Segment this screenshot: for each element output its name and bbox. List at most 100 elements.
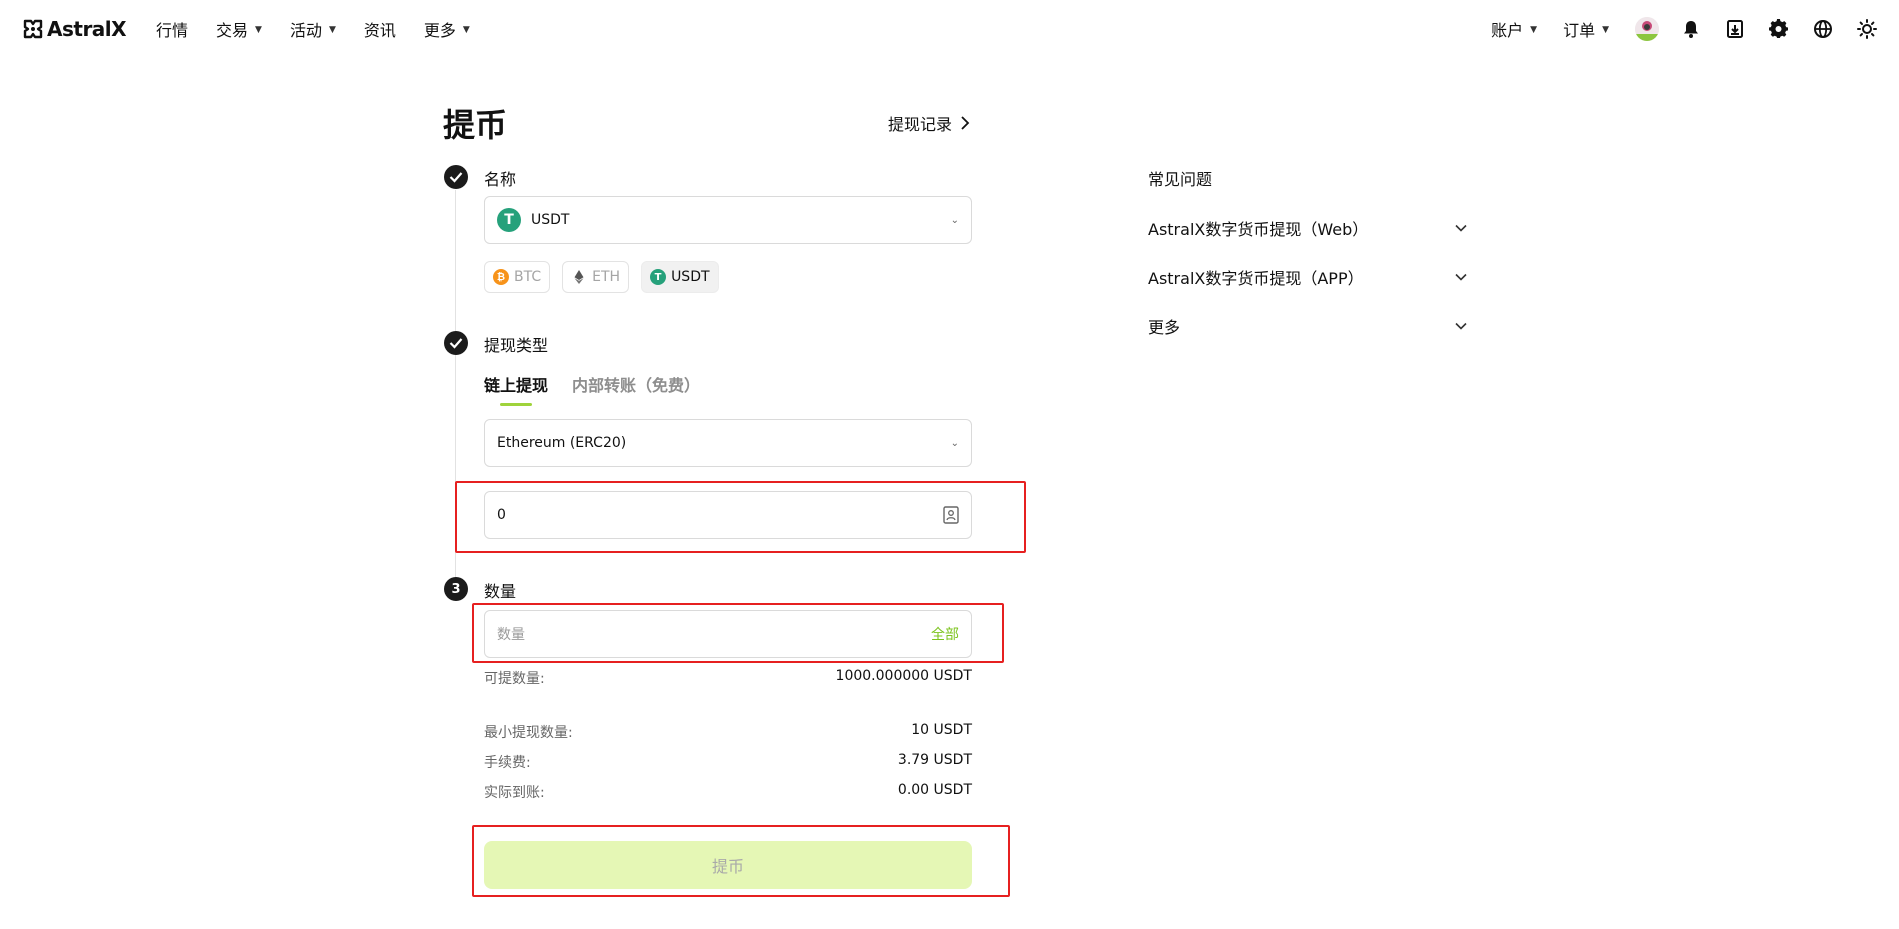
logo-mark-icon xyxy=(23,19,43,39)
submit-withdraw-button[interactable]: 提币 xyxy=(484,841,972,889)
nav-account[interactable]: 账户 ▼ xyxy=(1491,17,1537,41)
download-icon xyxy=(1727,20,1743,38)
faq-item-web[interactable]: AstralX数字货币提现（Web） xyxy=(1148,216,1468,240)
user-nav: 账户 ▼ 订单 ▼ xyxy=(1491,14,1899,44)
address-book-icon[interactable] xyxy=(943,506,959,524)
chevron-down-icon xyxy=(1455,273,1467,281)
withdraw-history-label: 提现记录 xyxy=(888,115,953,134)
chevron-down-icon: ▼ xyxy=(1530,25,1538,35)
main-nav: 行情 交易 ▼ 活动 ▼ 资讯 更多 ▼ xyxy=(156,17,498,41)
available-label: 可提数量: xyxy=(484,671,545,687)
settings-button[interactable] xyxy=(1767,17,1791,41)
nav-orders[interactable]: 订单 ▼ xyxy=(1563,17,1609,41)
nav-more-label: 更多 xyxy=(423,21,456,40)
chip-btc[interactable]: ₿ BTC xyxy=(484,261,551,293)
nav-more[interactable]: 更多 ▼ xyxy=(424,17,470,41)
usdt-coin-icon: T xyxy=(497,208,521,232)
chip-usdt-label: USDT xyxy=(671,269,710,285)
withdraw-type-tabs: 链上提现 内部转账（免费） xyxy=(484,372,700,406)
chip-eth-label: ETH xyxy=(592,269,621,285)
available-row: 可提数量: 1000.000000 USDT xyxy=(484,668,972,688)
chip-usdt[interactable]: T USDT xyxy=(641,261,719,293)
chevron-down-icon: ▼ xyxy=(328,25,336,35)
chevron-down-icon: ⌄ xyxy=(950,437,959,449)
faq-item-more[interactable]: 更多 xyxy=(1148,314,1468,338)
receive-label: 实际到账: xyxy=(484,785,545,801)
amount-input[interactable]: 数量 全部 xyxy=(484,610,972,658)
bell-icon xyxy=(1684,21,1698,38)
withdraw-all-button[interactable]: 全部 xyxy=(931,624,959,644)
step-3-badge: 3 xyxy=(444,577,468,601)
selected-network: Ethereum (ERC20) xyxy=(497,435,627,451)
selected-coin: USDT xyxy=(531,212,570,228)
fee-label: 手续费: xyxy=(484,755,531,771)
usdt-coin-icon: T xyxy=(650,269,667,285)
faq-item-app-label: AstralX数字货币提现（APP） xyxy=(1148,269,1364,288)
avatar-icon xyxy=(1635,17,1659,41)
theme-button[interactable] xyxy=(1855,17,1879,41)
eth-coin-icon xyxy=(574,270,584,284)
network-select[interactable]: Ethereum (ERC20) ⌄ xyxy=(484,419,972,467)
min-withdraw-value: 10 USDT xyxy=(911,722,972,738)
tab-onchain[interactable]: 链上提现 xyxy=(484,372,548,406)
address-input[interactable]: 0 xyxy=(484,491,972,539)
top-navigation: AstralX 行情 交易 ▼ 活动 ▼ 资讯 更多 ▼ 账户 ▼ 订单 ▼ xyxy=(0,0,1899,58)
nav-news-label: 资讯 xyxy=(363,21,396,40)
brand-name: AstralX xyxy=(47,17,127,41)
nav-activity-label: 活动 xyxy=(289,21,322,40)
withdraw-history-link[interactable]: 提现记录 xyxy=(888,111,970,135)
faq-title: 常见问题 xyxy=(1148,170,1213,189)
coin-select[interactable]: T USDT ⌄ xyxy=(484,196,972,244)
nav-market-label: 行情 xyxy=(156,21,189,40)
amount-placeholder: 数量 xyxy=(497,627,525,643)
btc-coin-icon: ₿ xyxy=(493,269,509,285)
faq-item-app[interactable]: AstralX数字货币提现（APP） xyxy=(1148,265,1468,289)
sun-icon xyxy=(1857,19,1877,39)
gear-icon xyxy=(1769,19,1788,38)
address-value: 0 xyxy=(497,507,506,523)
check-icon xyxy=(449,172,463,183)
nav-trade[interactable]: 交易 ▼ xyxy=(216,17,262,41)
min-withdraw-row: 最小提现数量: 10 USDT xyxy=(484,722,972,742)
page-title: 提币 xyxy=(443,106,508,144)
chevron-down-icon: ▼ xyxy=(1602,25,1609,35)
step-1-done-badge xyxy=(444,165,468,189)
brand-logo[interactable]: AstralX xyxy=(22,17,127,41)
chevron-down-icon xyxy=(1455,322,1467,330)
chevron-down-icon: ▼ xyxy=(255,25,262,35)
globe-icon xyxy=(1814,20,1832,38)
available-value: 1000.000000 USDT xyxy=(835,668,972,684)
faq-item-more-label: 更多 xyxy=(1148,318,1181,337)
nav-account-label: 账户 xyxy=(1491,21,1524,40)
receive-value: 0.00 USDT xyxy=(897,782,972,798)
nav-activity[interactable]: 活动 ▼ xyxy=(290,17,336,41)
avatar-button[interactable] xyxy=(1635,17,1659,41)
fee-row: 手续费: 3.79 USDT xyxy=(484,752,972,772)
fee-value: 3.79 USDT xyxy=(897,752,972,768)
nav-trade-label: 交易 xyxy=(216,21,249,40)
step-name-label: 名称 xyxy=(484,170,517,189)
faq-item-web-label: AstralX数字货币提现（Web） xyxy=(1148,220,1369,239)
nav-market[interactable]: 行情 xyxy=(156,17,188,41)
nav-news[interactable]: 资讯 xyxy=(364,17,396,41)
check-icon xyxy=(449,338,463,349)
step-2-done-badge xyxy=(444,331,468,355)
chevron-right-icon xyxy=(961,116,970,130)
download-button[interactable] xyxy=(1723,17,1747,41)
receive-row: 实际到账: 0.00 USDT xyxy=(484,782,972,802)
nav-orders-label: 订单 xyxy=(1563,21,1596,40)
tab-internal-transfer[interactable]: 内部转账（免费） xyxy=(572,372,700,406)
min-withdraw-label: 最小提现数量: xyxy=(484,725,573,741)
chip-eth[interactable]: ETH xyxy=(562,261,630,293)
step-amount-label: 数量 xyxy=(484,582,517,601)
chevron-down-icon xyxy=(1455,224,1467,232)
language-button[interactable] xyxy=(1811,17,1835,41)
step-type-label: 提现类型 xyxy=(484,336,549,355)
step-connector xyxy=(455,190,456,580)
chevron-down-icon: ▼ xyxy=(462,25,470,35)
quick-coin-chips: ₿ BTC ETH T USDT xyxy=(484,261,719,293)
notification-button[interactable] xyxy=(1679,17,1703,41)
chip-btc-label: BTC xyxy=(514,269,542,285)
avatar xyxy=(1635,17,1659,41)
chevron-down-icon: ⌄ xyxy=(950,214,959,226)
